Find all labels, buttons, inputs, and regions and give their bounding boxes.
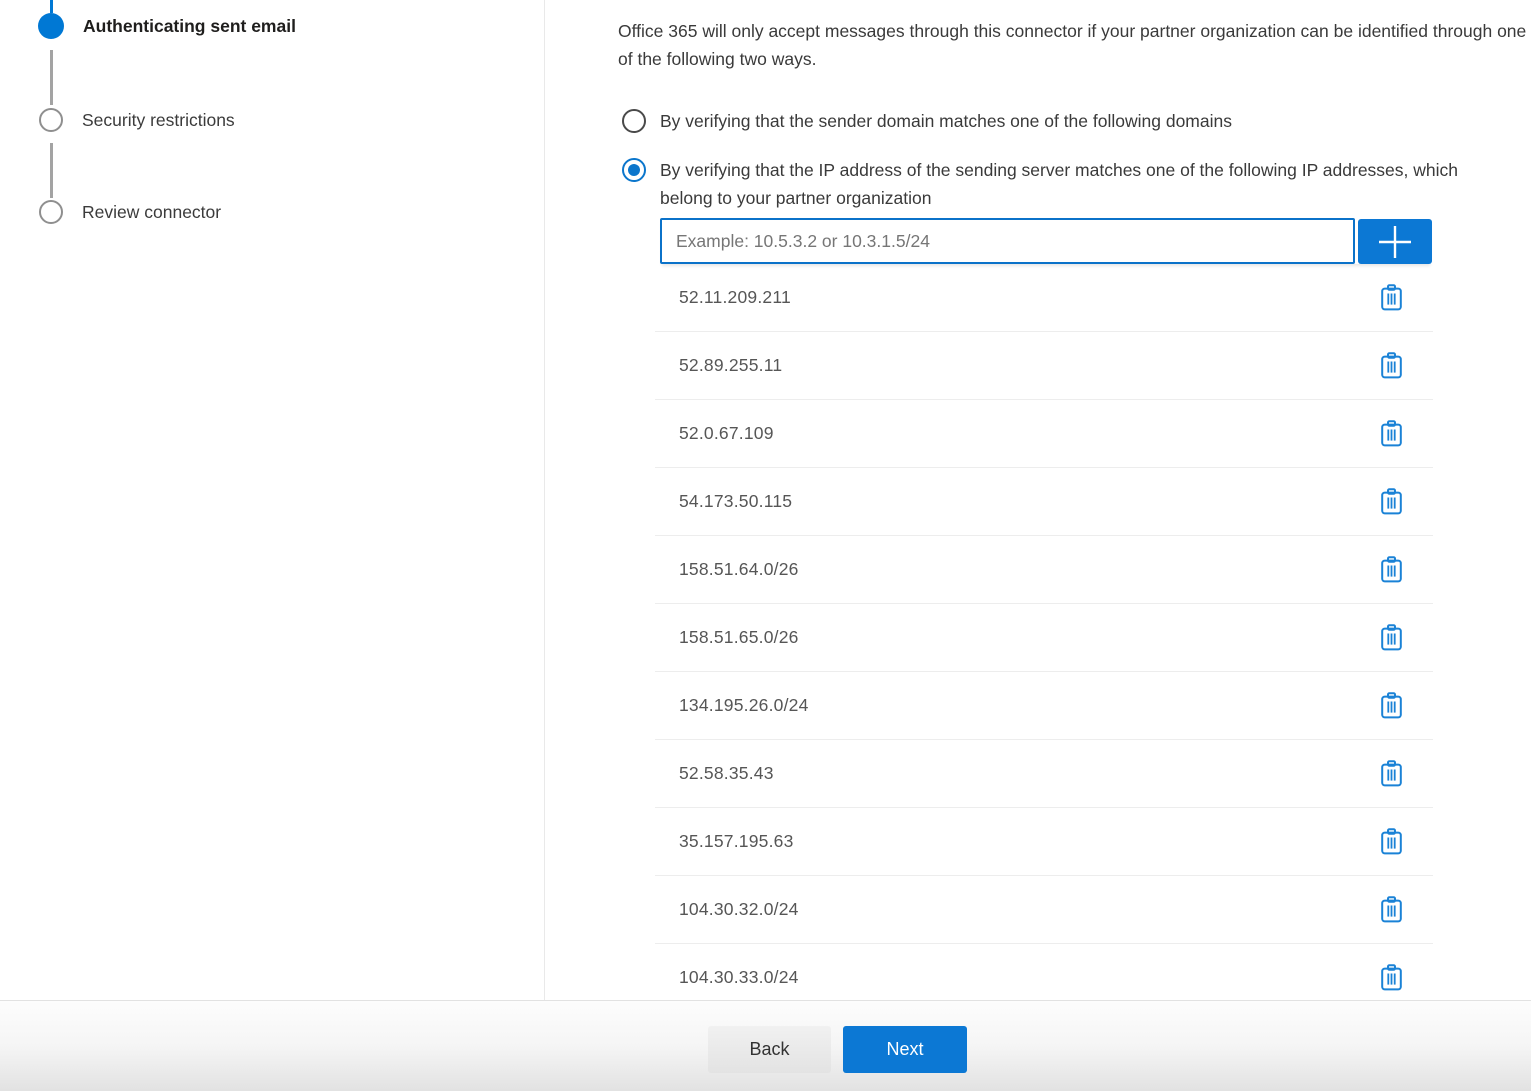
trash-icon xyxy=(1380,420,1403,447)
ip-row: 54.173.50.115 xyxy=(655,468,1433,536)
delete-ip-button[interactable] xyxy=(1378,758,1405,789)
stepper-connector xyxy=(50,50,53,105)
ip-address-value: 158.51.65.0/26 xyxy=(679,627,799,648)
step-label: Security restrictions xyxy=(82,110,235,131)
ip-address-value: 35.157.195.63 xyxy=(679,831,794,852)
wizard-stepper: Authenticating sent email Security restr… xyxy=(0,0,545,1000)
ip-row: 52.58.35.43 xyxy=(655,740,1433,808)
ip-row: 52.89.255.11 xyxy=(655,332,1433,400)
radio-selected-icon[interactable] xyxy=(622,158,646,182)
ip-row: 52.11.209.211 xyxy=(655,264,1433,332)
trash-icon xyxy=(1380,624,1403,651)
ip-address-value: 134.195.26.0/24 xyxy=(679,695,809,716)
next-button[interactable]: Next xyxy=(843,1026,967,1073)
ip-address-value: 158.51.64.0/26 xyxy=(679,559,799,580)
step-label: Review connector xyxy=(82,202,221,223)
delete-ip-button[interactable] xyxy=(1378,622,1405,653)
step-current-dot-icon xyxy=(38,13,64,39)
ip-input-row xyxy=(660,218,1432,264)
plus-icon xyxy=(1376,223,1414,261)
ip-address-value: 54.173.50.115 xyxy=(679,491,792,512)
step-authenticating-sent-email[interactable]: Authenticating sent email xyxy=(38,13,296,39)
delete-ip-button[interactable] xyxy=(1378,282,1405,313)
option-label: By verifying that the IP address of the … xyxy=(660,156,1490,212)
ip-address-list: 52.11.209.211 52.89.255.11 52.0.67.109 xyxy=(655,264,1433,1000)
back-button[interactable]: Back xyxy=(708,1026,831,1073)
ip-address-value: 104.30.32.0/24 xyxy=(679,899,799,920)
step-label: Authenticating sent email xyxy=(83,16,296,37)
trash-icon xyxy=(1380,692,1403,719)
trash-icon xyxy=(1380,556,1403,583)
step-upcoming-dot-icon xyxy=(39,108,63,132)
trash-icon xyxy=(1380,828,1403,855)
ip-row: 104.30.33.0/24 xyxy=(655,944,1433,1000)
step-upcoming-dot-icon xyxy=(39,200,63,224)
trash-icon xyxy=(1380,896,1403,923)
wizard-page: Authenticating sent email Security restr… xyxy=(0,0,1531,1000)
trash-icon xyxy=(1380,964,1403,991)
ip-address-value: 52.89.255.11 xyxy=(679,355,782,376)
step-security-restrictions[interactable]: Security restrictions xyxy=(38,108,235,132)
option-verify-sender-domain[interactable]: By verifying that the sender domain matc… xyxy=(618,107,1527,135)
step-content: Office 365 will only accept messages thr… xyxy=(545,0,1531,1000)
trash-icon xyxy=(1380,352,1403,379)
delete-ip-button[interactable] xyxy=(1378,418,1405,449)
ip-row: 104.30.32.0/24 xyxy=(655,876,1433,944)
trash-icon xyxy=(1380,488,1403,515)
radio-unselected-icon[interactable] xyxy=(622,109,646,133)
trash-icon xyxy=(1380,284,1403,311)
option-label: By verifying that the sender domain matc… xyxy=(660,107,1232,135)
delete-ip-button[interactable] xyxy=(1378,350,1405,381)
stepper-connector xyxy=(50,143,53,198)
delete-ip-button[interactable] xyxy=(1378,962,1405,993)
ip-row: 158.51.64.0/26 xyxy=(655,536,1433,604)
delete-ip-button[interactable] xyxy=(1378,894,1405,925)
ip-address-value: 52.58.35.43 xyxy=(679,763,774,784)
ip-row: 35.157.195.63 xyxy=(655,808,1433,876)
wizard-footer: Back Next xyxy=(0,1000,1531,1091)
ip-row: 134.195.26.0/24 xyxy=(655,672,1433,740)
delete-ip-button[interactable] xyxy=(1378,690,1405,721)
trash-icon xyxy=(1380,760,1403,787)
step-review-connector[interactable]: Review connector xyxy=(38,200,221,224)
delete-ip-button[interactable] xyxy=(1378,826,1405,857)
delete-ip-button[interactable] xyxy=(1378,486,1405,517)
option-verify-ip-address[interactable]: By verifying that the IP address of the … xyxy=(618,156,1527,212)
add-ip-button[interactable] xyxy=(1358,219,1432,264)
ip-address-value: 104.30.33.0/24 xyxy=(679,967,799,988)
ip-row: 52.0.67.109 xyxy=(655,400,1433,468)
step-description: Office 365 will only accept messages thr… xyxy=(618,17,1527,73)
ip-address-value: 52.0.67.109 xyxy=(679,423,774,444)
ip-address-input[interactable] xyxy=(660,218,1355,264)
ip-address-value: 52.11.209.211 xyxy=(679,287,791,308)
delete-ip-button[interactable] xyxy=(1378,554,1405,585)
ip-row: 158.51.65.0/26 xyxy=(655,604,1433,672)
stepper-connector-previous xyxy=(50,0,53,13)
